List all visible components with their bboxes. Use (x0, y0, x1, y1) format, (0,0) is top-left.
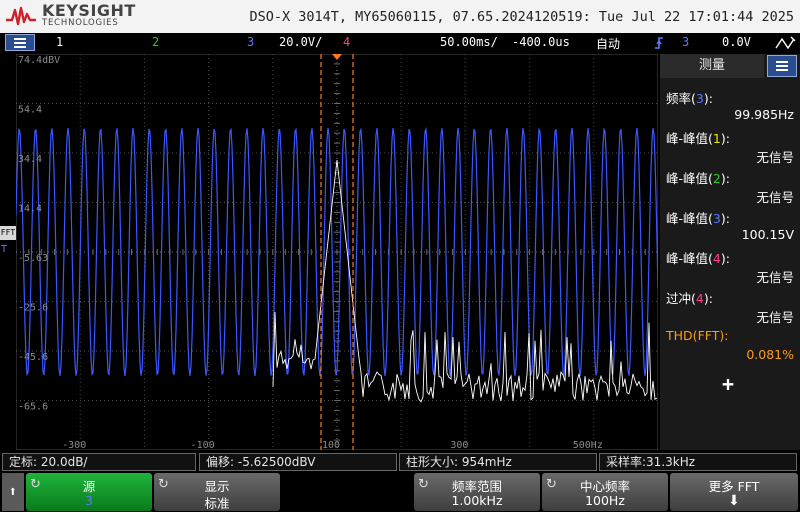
span-softkey[interactable]: ↻ 频率范围 1.00kHz (414, 473, 540, 511)
measurement-value: 无信号 (756, 310, 794, 325)
waveform-display[interactable]: 74.4dBV54.434.414.4-5.63-25.6-45.6-65.6 … (16, 54, 658, 450)
measurement-value: 99.985Hz (734, 107, 794, 122)
timebase-delay[interactable]: -400.0us (512, 35, 570, 49)
fft-scale-field[interactable]: 定标: 20.0dB/ (2, 453, 196, 471)
trigger-level[interactable]: 0.0V (722, 35, 751, 49)
measurement-label[interactable]: 峰-峰值(4): (666, 248, 730, 267)
source-softkey[interactable]: ↻ 源 3 (26, 473, 152, 511)
source-value: 3 (85, 493, 93, 508)
y-axis-label: 54.4 (18, 105, 42, 116)
measurement-name: 峰-峰值 (666, 171, 709, 186)
y-axis-label: 74.4dBV (18, 55, 60, 66)
channel-1-indicator[interactable]: 1 (56, 35, 63, 49)
measurement-channel: 4 (712, 251, 721, 266)
status-bar: 1 2 3 20.0V/ 4 50.00ms/ -400.0us 自动 3 0.… (0, 33, 800, 53)
measurement-tab[interactable]: 测量 (660, 54, 764, 78)
measurement-label[interactable]: 峰-峰值(1): (666, 128, 730, 147)
display-softkey[interactable]: ↻ 显示 标准 (154, 473, 280, 511)
measurement-value: 无信号 (756, 270, 794, 285)
up-arrow-icon[interactable]: ⬆ (2, 473, 24, 511)
measurement-label[interactable]: 过冲(4): (666, 288, 713, 307)
measurement-label[interactable]: 峰-峰值(3): (666, 208, 730, 227)
keysight-logo-icon (6, 6, 36, 26)
x-axis-label: 300 (450, 440, 468, 450)
y-axis-label: 34.4 (18, 154, 42, 165)
measurement-label[interactable]: 峰-峰值(2): (666, 168, 730, 187)
fft-offset-field[interactable]: 偏移: -5.62500dBV (199, 453, 397, 471)
trigger-level-marker[interactable]: T (1, 244, 7, 255)
measurement-name: 峰-峰值 (666, 251, 709, 266)
trigger-edge-icon (655, 37, 663, 49)
brand-subtitle: TECHNOLOGIES (42, 18, 119, 28)
trigger-source[interactable]: 3 (682, 35, 689, 49)
fft-reference-marker[interactable]: FFT (0, 226, 16, 240)
measurement-name: 峰-峰值 (666, 131, 709, 146)
x-axis-label: 500Hz (573, 440, 603, 450)
add-measurement-button[interactable]: + (722, 372, 734, 396)
fft-sample-rate-field: 采样率:31.3kHz (599, 453, 797, 471)
x-axis-label: -300 (62, 440, 86, 450)
y-axis-label: 14.4 (18, 204, 42, 215)
down-arrow-icon: ⬇ (728, 493, 740, 509)
channel-2-indicator[interactable]: 2 (152, 35, 159, 49)
measurement-value: 100.15V (741, 227, 794, 242)
panel-menu-icon[interactable] (767, 55, 797, 77)
trigger-mode[interactable]: 自动 (596, 35, 620, 52)
x-axis-label: -100 (191, 440, 215, 450)
center-frequency-value: 100Hz (585, 493, 625, 508)
measurement-channel: FFT (697, 328, 720, 343)
softkey-bar: ⬆ ↻ 源 3 ↻ 显示 标准 ↻ 频率范围 1.00kHz ↻ 中心频率 10… (0, 472, 800, 512)
y-axis-label: -25.6 (18, 303, 48, 314)
channel-3-indicator[interactable]: 3 (247, 35, 254, 49)
oscilloscope-screen: KEYSIGHT TECHNOLOGIES DSO-X 3014T, MY650… (0, 0, 800, 512)
measurement-channel: 3 (695, 91, 704, 106)
channel-4-indicator[interactable]: 4 (343, 35, 350, 49)
measurement-value: 无信号 (756, 150, 794, 165)
timebase-scale[interactable]: 50.00ms/ (440, 35, 498, 49)
more-fft-softkey[interactable]: 更多 FFT ⬇ (670, 473, 798, 511)
x-axis-label: 100 (322, 440, 340, 450)
fft-bin-size-field: 柱形大小: 954mHz (399, 453, 597, 471)
measurement-channel: 2 (712, 171, 721, 186)
measurement-name: THD (666, 328, 693, 343)
measurement-value: 无信号 (756, 190, 794, 205)
y-axis-label: -45.6 (18, 352, 48, 363)
measurement-channel: 3 (712, 211, 721, 226)
measurement-label[interactable]: 频率(3): (666, 88, 713, 107)
measurement-channel: 1 (712, 131, 721, 146)
measurement-name: 频率 (666, 91, 692, 106)
center-frequency-softkey[interactable]: ↻ 中心频率 100Hz (542, 473, 668, 511)
measurement-panel: 测量 频率(3): 99.985Hz 峰-峰值(1): 无信号 峰-峰值(2): 无信号峰… (660, 54, 800, 450)
measurement-name: 峰-峰值 (666, 211, 709, 226)
display-value: 标准 (204, 496, 230, 511)
span-value: 1.00kHz (451, 493, 503, 508)
measurement-channel: 4 (695, 291, 704, 306)
left-marker-strip: FFT T (0, 54, 16, 450)
y-axis-label: -65.6 (18, 402, 48, 413)
fft-info-bar: 定标: 20.0dB/ 偏移: -5.62500dBV 柱形大小: 954mHz… (0, 452, 800, 472)
measurement-value: 0.081% (746, 347, 794, 362)
touch-lock-icon[interactable] (774, 36, 796, 50)
title-bar: KEYSIGHT TECHNOLOGIES DSO-X 3014T, MY650… (0, 0, 800, 33)
instrument-info: DSO-X 3014T, MY65060115, 07.65.202412051… (249, 9, 794, 25)
main-menu-button[interactable] (5, 34, 35, 51)
measurement-label[interactable]: THD(FFT): (666, 328, 728, 343)
y-axis-label: -5.63 (18, 253, 48, 264)
channel-3-scale[interactable]: 20.0V/ (279, 35, 322, 49)
measurement-name: 过冲 (666, 291, 692, 306)
